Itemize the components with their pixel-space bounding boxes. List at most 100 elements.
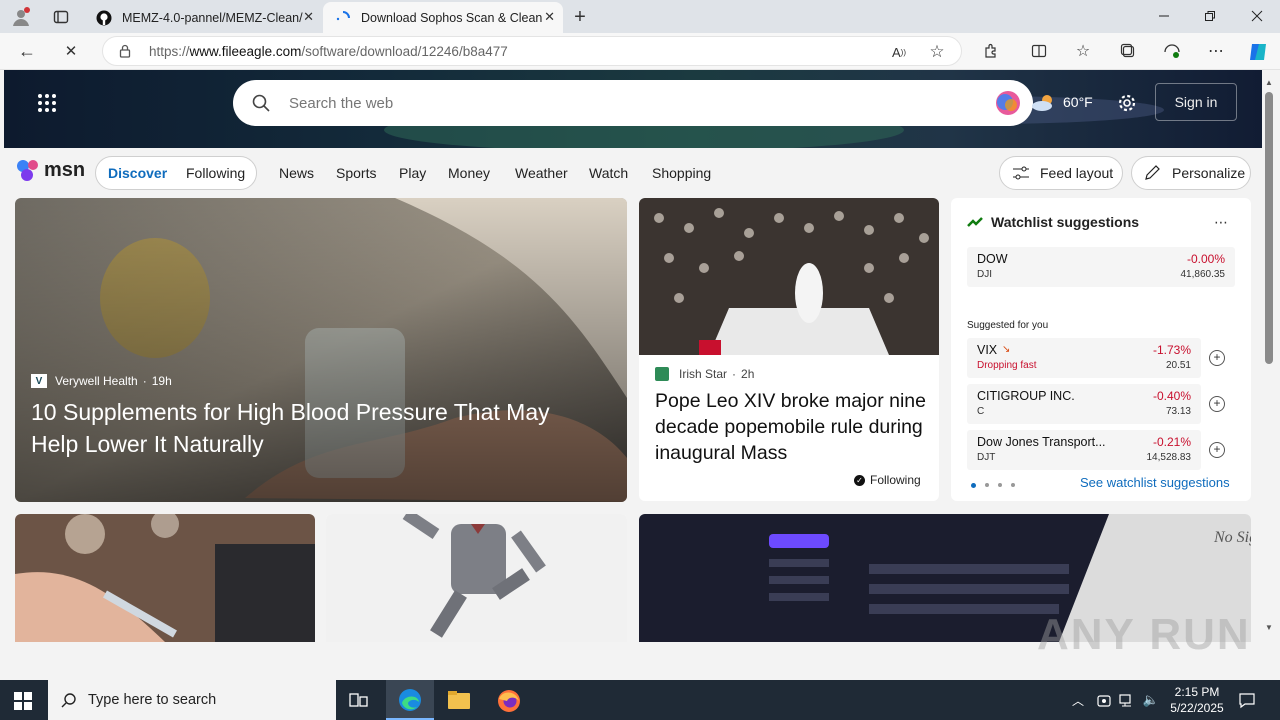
story-source[interactable]: Irish Star · 2h	[655, 367, 754, 381]
taskbar-edge[interactable]	[386, 680, 434, 720]
more-menu-icon[interactable]: ⋯	[1205, 40, 1227, 62]
notifications-icon[interactable]	[1237, 690, 1257, 710]
story-time: 2h	[741, 367, 755, 381]
stock-name: CITIGROUP INC.	[977, 389, 1075, 403]
taskbar-search-input[interactable]: Type here to search	[48, 680, 336, 720]
read-aloud-icon[interactable]: A))	[889, 42, 909, 62]
scroll-thumb[interactable]	[1265, 92, 1273, 364]
extensions-icon[interactable]	[980, 40, 1002, 62]
watermark: ANY RUN	[1037, 610, 1251, 659]
stock-value: 73.13	[1165, 406, 1191, 417]
watchlist-row-vix[interactable]: VIX ↘ Dropping fast -1.73% 20.51	[967, 338, 1201, 378]
watchlist-header: Watchlist suggestions	[967, 214, 1139, 230]
main-story-card[interactable]: V Verywell Health · 19h 10 Supplements f…	[15, 198, 627, 502]
favorites-icon[interactable]: ☆	[1072, 40, 1094, 62]
copilot-search-icon[interactable]	[993, 88, 1023, 118]
copilot-icon[interactable]	[1246, 40, 1270, 64]
favorite-star-icon[interactable]: ☆	[927, 42, 947, 62]
sliders-icon	[1012, 165, 1030, 181]
restore-icon[interactable]	[1200, 6, 1220, 26]
tab-sophos[interactable]: Download Sophos Scan & Clean ✕	[323, 2, 563, 33]
collections-icon[interactable]	[1117, 40, 1139, 62]
story-source[interactable]: V Verywell Health · 19h	[31, 374, 172, 388]
profile-icon[interactable]	[10, 6, 32, 28]
task-view-icon[interactable]	[348, 690, 370, 712]
watchlist-row-dow[interactable]: DOW DJI -0.00% 41,860.35	[967, 247, 1235, 287]
windows-taskbar: Type here to search ︿ 🔈 2:15 PM 5/22/202…	[0, 680, 1280, 720]
split-screen-icon[interactable]	[1028, 40, 1050, 62]
volume-icon[interactable]: 🔈	[1142, 691, 1160, 709]
tab-memz[interactable]: MEMZ-4.0-pannel/MEMZ-Clean/ ✕	[84, 2, 322, 33]
msn-nav: msn Discover Following News Sports Play …	[4, 148, 1262, 198]
handwritten-note: No Sig	[1213, 529, 1251, 546]
tab-actions-icon[interactable]	[50, 6, 72, 28]
file-explorer-icon[interactable]	[446, 688, 472, 712]
dot[interactable]	[998, 483, 1002, 487]
settings-gear-icon[interactable]	[1116, 92, 1138, 114]
page-scrollbar[interactable]: ▲ ▼	[1262, 70, 1276, 641]
close-tab-icon[interactable]: ✕	[303, 9, 314, 25]
see-watchlist-link[interactable]: See watchlist suggestions	[1080, 475, 1230, 490]
minimize-icon[interactable]	[1154, 6, 1174, 26]
watchlist-row-djt[interactable]: Dow Jones Transport... DJT -0.21% 14,528…	[967, 430, 1201, 470]
performance-icon[interactable]	[1161, 40, 1183, 62]
clock[interactable]: 2:15 PM 5/22/2025	[1168, 684, 1226, 716]
scroll-up-icon[interactable]: ▲	[1265, 78, 1273, 87]
tray-overflow-icon[interactable]: ︿	[1070, 691, 1086, 709]
personalize-label: Personalize	[1172, 165, 1246, 181]
nav-news[interactable]: News	[279, 165, 314, 181]
nav-weather[interactable]: Weather	[515, 165, 568, 181]
tab-title: MEMZ-4.0-pannel/MEMZ-Clean/	[122, 10, 303, 25]
weather-cloud-icon[interactable]	[1030, 92, 1058, 114]
story-card-injection[interactable]	[15, 514, 315, 642]
following-label: Following	[870, 473, 921, 487]
add-djt-icon[interactable]: +	[1209, 442, 1225, 458]
dot[interactable]	[985, 483, 989, 487]
clock-time: 2:15 PM	[1174, 685, 1220, 699]
main-headline[interactable]: 10 Supplements for High Blood Pressure T…	[31, 396, 601, 460]
web-search-input[interactable]: Search the web	[233, 80, 1033, 126]
carousel-dots[interactable]	[971, 483, 1015, 488]
windows-start-icon[interactable]	[12, 690, 34, 712]
add-citigroup-icon[interactable]: +	[1209, 396, 1225, 412]
stock-change: -0.21%	[1152, 435, 1191, 449]
tab-discover[interactable]: Discover	[108, 165, 167, 181]
new-tab-icon[interactable]: +	[568, 5, 592, 29]
nav-sports[interactable]: Sports	[336, 165, 376, 181]
dot[interactable]	[1011, 483, 1015, 487]
stop-loading-icon[interactable]: ✕	[60, 40, 82, 62]
second-story-card[interactable]: Irish Star · 2h Pope Leo XIV broke major…	[639, 198, 939, 501]
temperature[interactable]: 60°F	[1063, 94, 1093, 110]
nav-shopping[interactable]: Shopping	[652, 165, 711, 181]
dot-active[interactable]	[971, 483, 976, 488]
network-shield-icon[interactable]	[1095, 691, 1113, 709]
sparkle-edit-icon	[1144, 165, 1162, 181]
nav-play[interactable]: Play	[399, 165, 426, 181]
following-badge[interactable]: ✓ Following	[854, 473, 921, 487]
sign-in-button[interactable]: Sign in	[1155, 83, 1237, 121]
network-icon[interactable]	[1118, 691, 1136, 709]
edge-icon	[398, 688, 422, 712]
stock-sub: Dropping fast	[977, 360, 1037, 371]
close-tab-icon[interactable]: ✕	[544, 9, 555, 25]
firefox-icon[interactable]	[496, 688, 522, 714]
scroll-down-icon[interactable]: ▼	[1265, 623, 1273, 632]
stock-name: Dow Jones Transport...	[977, 435, 1106, 449]
address-bar[interactable]: https://www.fileeagle.com/software/downl…	[102, 36, 962, 66]
site-info-icon[interactable]	[117, 43, 133, 59]
more-options-icon[interactable]: ⋯	[1211, 212, 1231, 232]
nav-money[interactable]: Money	[448, 165, 490, 181]
tab-following[interactable]: Following	[186, 165, 245, 181]
apps-grid-icon[interactable]	[36, 92, 58, 114]
back-icon[interactable]: ←	[16, 40, 38, 62]
injection-image	[15, 514, 315, 642]
second-headline[interactable]: Pope Leo XIV broke major nine decade pop…	[655, 388, 931, 466]
personalize-button[interactable]: Personalize	[1131, 156, 1251, 190]
story-card-businessman[interactable]	[326, 514, 627, 642]
msn-logo[interactable]: msn	[16, 158, 85, 182]
feed-layout-button[interactable]: Feed layout	[999, 156, 1123, 190]
nav-watch[interactable]: Watch	[589, 165, 628, 181]
add-vix-icon[interactable]: +	[1209, 350, 1225, 366]
close-window-icon[interactable]	[1247, 6, 1267, 26]
watchlist-row-citigroup[interactable]: CITIGROUP INC. C -0.40% 73.13	[967, 384, 1201, 424]
